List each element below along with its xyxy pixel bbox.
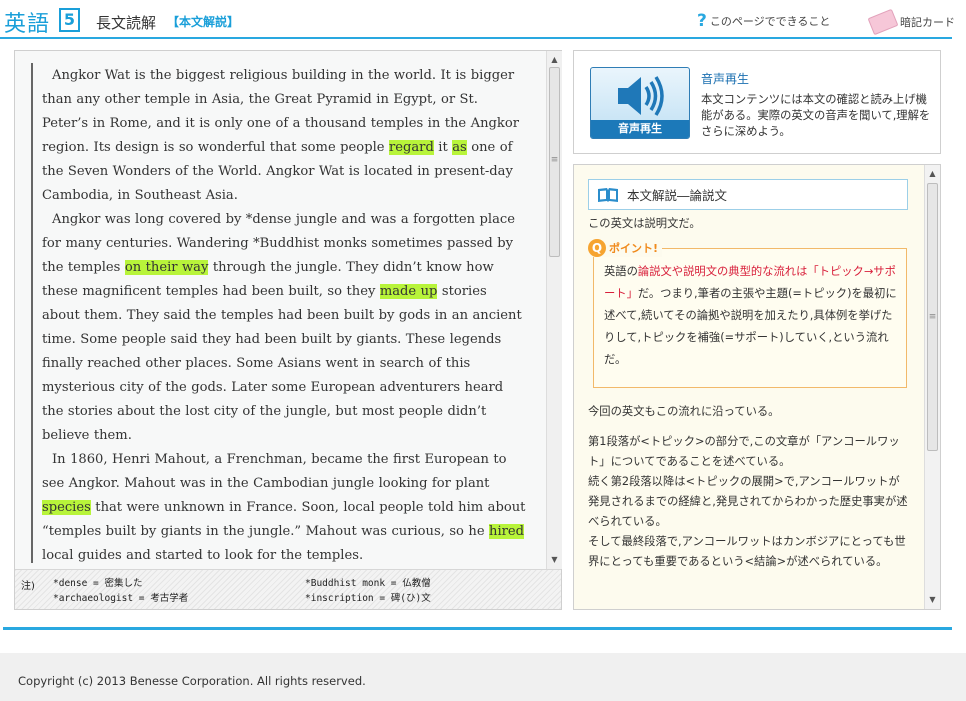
commentary-paragraph: そして最終段落で,アンコールワットはカンボジアにとっても世界にとっても重要である… <box>588 535 906 568</box>
audio-panel: 音声再生 音声再生 本文コンテンツには本文の確認と読み上げ機能がある。実際の英文… <box>573 50 941 154</box>
grip-icon: ≡ <box>928 312 937 322</box>
commentary-scrollbar[interactable]: ▲ ≡ ▼ <box>924 165 940 609</box>
audio-description: 本文コンテンツには本文の確認と読み上げ機能がある。実際の英文の音声を聞いて,理解… <box>701 93 931 138</box>
highlighted-phrase[interactable]: on their way <box>124 260 209 275</box>
passage-text: Angkor Wat is the biggest religious buil… <box>42 64 528 568</box>
section-subtitle: 【本文解説】 <box>167 15 240 29</box>
help-label: このページでできること <box>709 15 831 28</box>
question-icon: ? <box>697 11 707 31</box>
passage-scroll-area[interactable]: Angkor Wat is the biggest religious buil… <box>15 51 546 569</box>
footer: Copyright (c) 2013 Benesse Corporation. … <box>0 653 966 701</box>
vocabulary-notes: 注) *dense = 密集した *Buddhist monk = 仏教僧 *a… <box>15 569 561 609</box>
note-item: *inscription = 碑(ひ)文 <box>305 593 431 604</box>
grip-icon: ≡ <box>550 155 559 165</box>
note-item: *dense = 密集した <box>53 578 143 589</box>
commentary-panel: 本文解説―論説文 この英文は説明文だ。 Q ポイント! 英語の論説文や説明文の典… <box>573 164 941 610</box>
passage-text-segment: In 1860, Henri Mahout, a Frenchman, beca… <box>42 452 507 491</box>
commentary-paragraph: 続く第2段落以降は<トピックの展開>で,アンコールワットが発見されるまでの経緯と… <box>588 475 908 528</box>
passage-text-segment: it <box>433 140 453 155</box>
commentary-paragraph: 第1段落が<トピック>の部分で,この文章が「アンコールワット」についてであること… <box>588 435 900 468</box>
commentary-paragraph: 今回の英文もこの流れに沿っている。 <box>588 405 780 418</box>
passage-margin-bar <box>31 63 33 563</box>
flashcard-label: 暗記カード <box>900 16 955 29</box>
subject-title: 英語 <box>4 12 51 37</box>
section-title: 長文読解 <box>96 14 157 32</box>
highlighted-phrase[interactable]: as <box>452 140 467 155</box>
flashcard-button[interactable]: 暗記カード <box>867 8 955 36</box>
point-text-intro: 英語の <box>604 265 638 278</box>
passage-text-segment: stories about them. They said the temple… <box>42 284 522 443</box>
scroll-down-arrow[interactable]: ▼ <box>547 553 562 567</box>
passage-paragraph: In 1860, Henri Mahout, a Frenchman, beca… <box>42 448 528 568</box>
header-divider <box>0 37 952 39</box>
speaker-icon <box>618 76 664 116</box>
audio-play-button[interactable]: 音声再生 <box>590 67 690 139</box>
highlighted-phrase[interactable]: regard <box>388 140 434 155</box>
note-item: *Buddhist monk = 仏教僧 <box>305 578 431 589</box>
header: 英語 5 長文読解 【本文解説】 ? このページでできること 暗記カード <box>0 0 966 40</box>
passage-text-segment: that were unknown in France. Soon, local… <box>42 500 526 539</box>
commentary-heading-label: 本文解説―論説文 <box>627 188 728 203</box>
point-tag: Q ポイント! <box>588 239 663 257</box>
notes-label: 注) <box>21 581 35 592</box>
highlighted-phrase[interactable]: made up <box>379 284 438 299</box>
passage-text-segment: local guides and started to look for the… <box>42 548 364 563</box>
copyright-text: Copyright (c) 2013 Benesse Corporation. … <box>18 674 366 688</box>
commentary-heading: 本文解説―論説文 <box>588 179 908 210</box>
passage-scrollbar[interactable]: ▲ ≡ ▼ <box>546 51 562 569</box>
point-text-body: だ。つまり,筆者の主張や主題(=トピック)を最初に述べて,続いてその論拠や説明を… <box>604 287 897 366</box>
passage-panel: Angkor Wat is the biggest religious buil… <box>14 50 562 610</box>
book-icon <box>598 187 618 202</box>
audio-button-label: 音声再生 <box>591 120 689 138</box>
flashcard-icon <box>867 8 899 36</box>
passage-paragraph: Angkor was long covered by *dense jungle… <box>42 208 528 448</box>
commentary-content: 本文解説―論説文 この英文は説明文だ。 Q ポイント! 英語の論説文や説明文の典… <box>588 179 908 572</box>
footer-divider <box>3 627 952 630</box>
point-icon: Q <box>588 239 606 257</box>
point-label: ポイント! <box>609 242 659 255</box>
highlighted-phrase[interactable]: species <box>42 500 91 515</box>
scroll-down-arrow[interactable]: ▼ <box>925 593 940 607</box>
unit-number: 5 <box>59 8 80 32</box>
point-box: Q ポイント! 英語の論説文や説明文の典型的な流れは「トピック→サポート」だ。つ… <box>588 239 907 388</box>
passage-paragraph: Angkor Wat is the biggest religious buil… <box>42 64 528 208</box>
audio-title: 音声再生 <box>701 72 750 86</box>
highlighted-phrase[interactable]: hired <box>489 524 525 539</box>
commentary-intro: この英文は説明文だ。 <box>588 217 701 230</box>
point-text: 英語の論説文や説明文の典型的な流れは「トピック→サポート」だ。つまり,筆者の主張… <box>604 261 900 371</box>
help-link[interactable]: ? このページでできること <box>697 11 830 31</box>
scroll-up-arrow[interactable]: ▲ <box>925 167 940 181</box>
note-item: *archaeologist = 考古学者 <box>53 593 189 604</box>
scroll-up-arrow[interactable]: ▲ <box>547 53 562 67</box>
